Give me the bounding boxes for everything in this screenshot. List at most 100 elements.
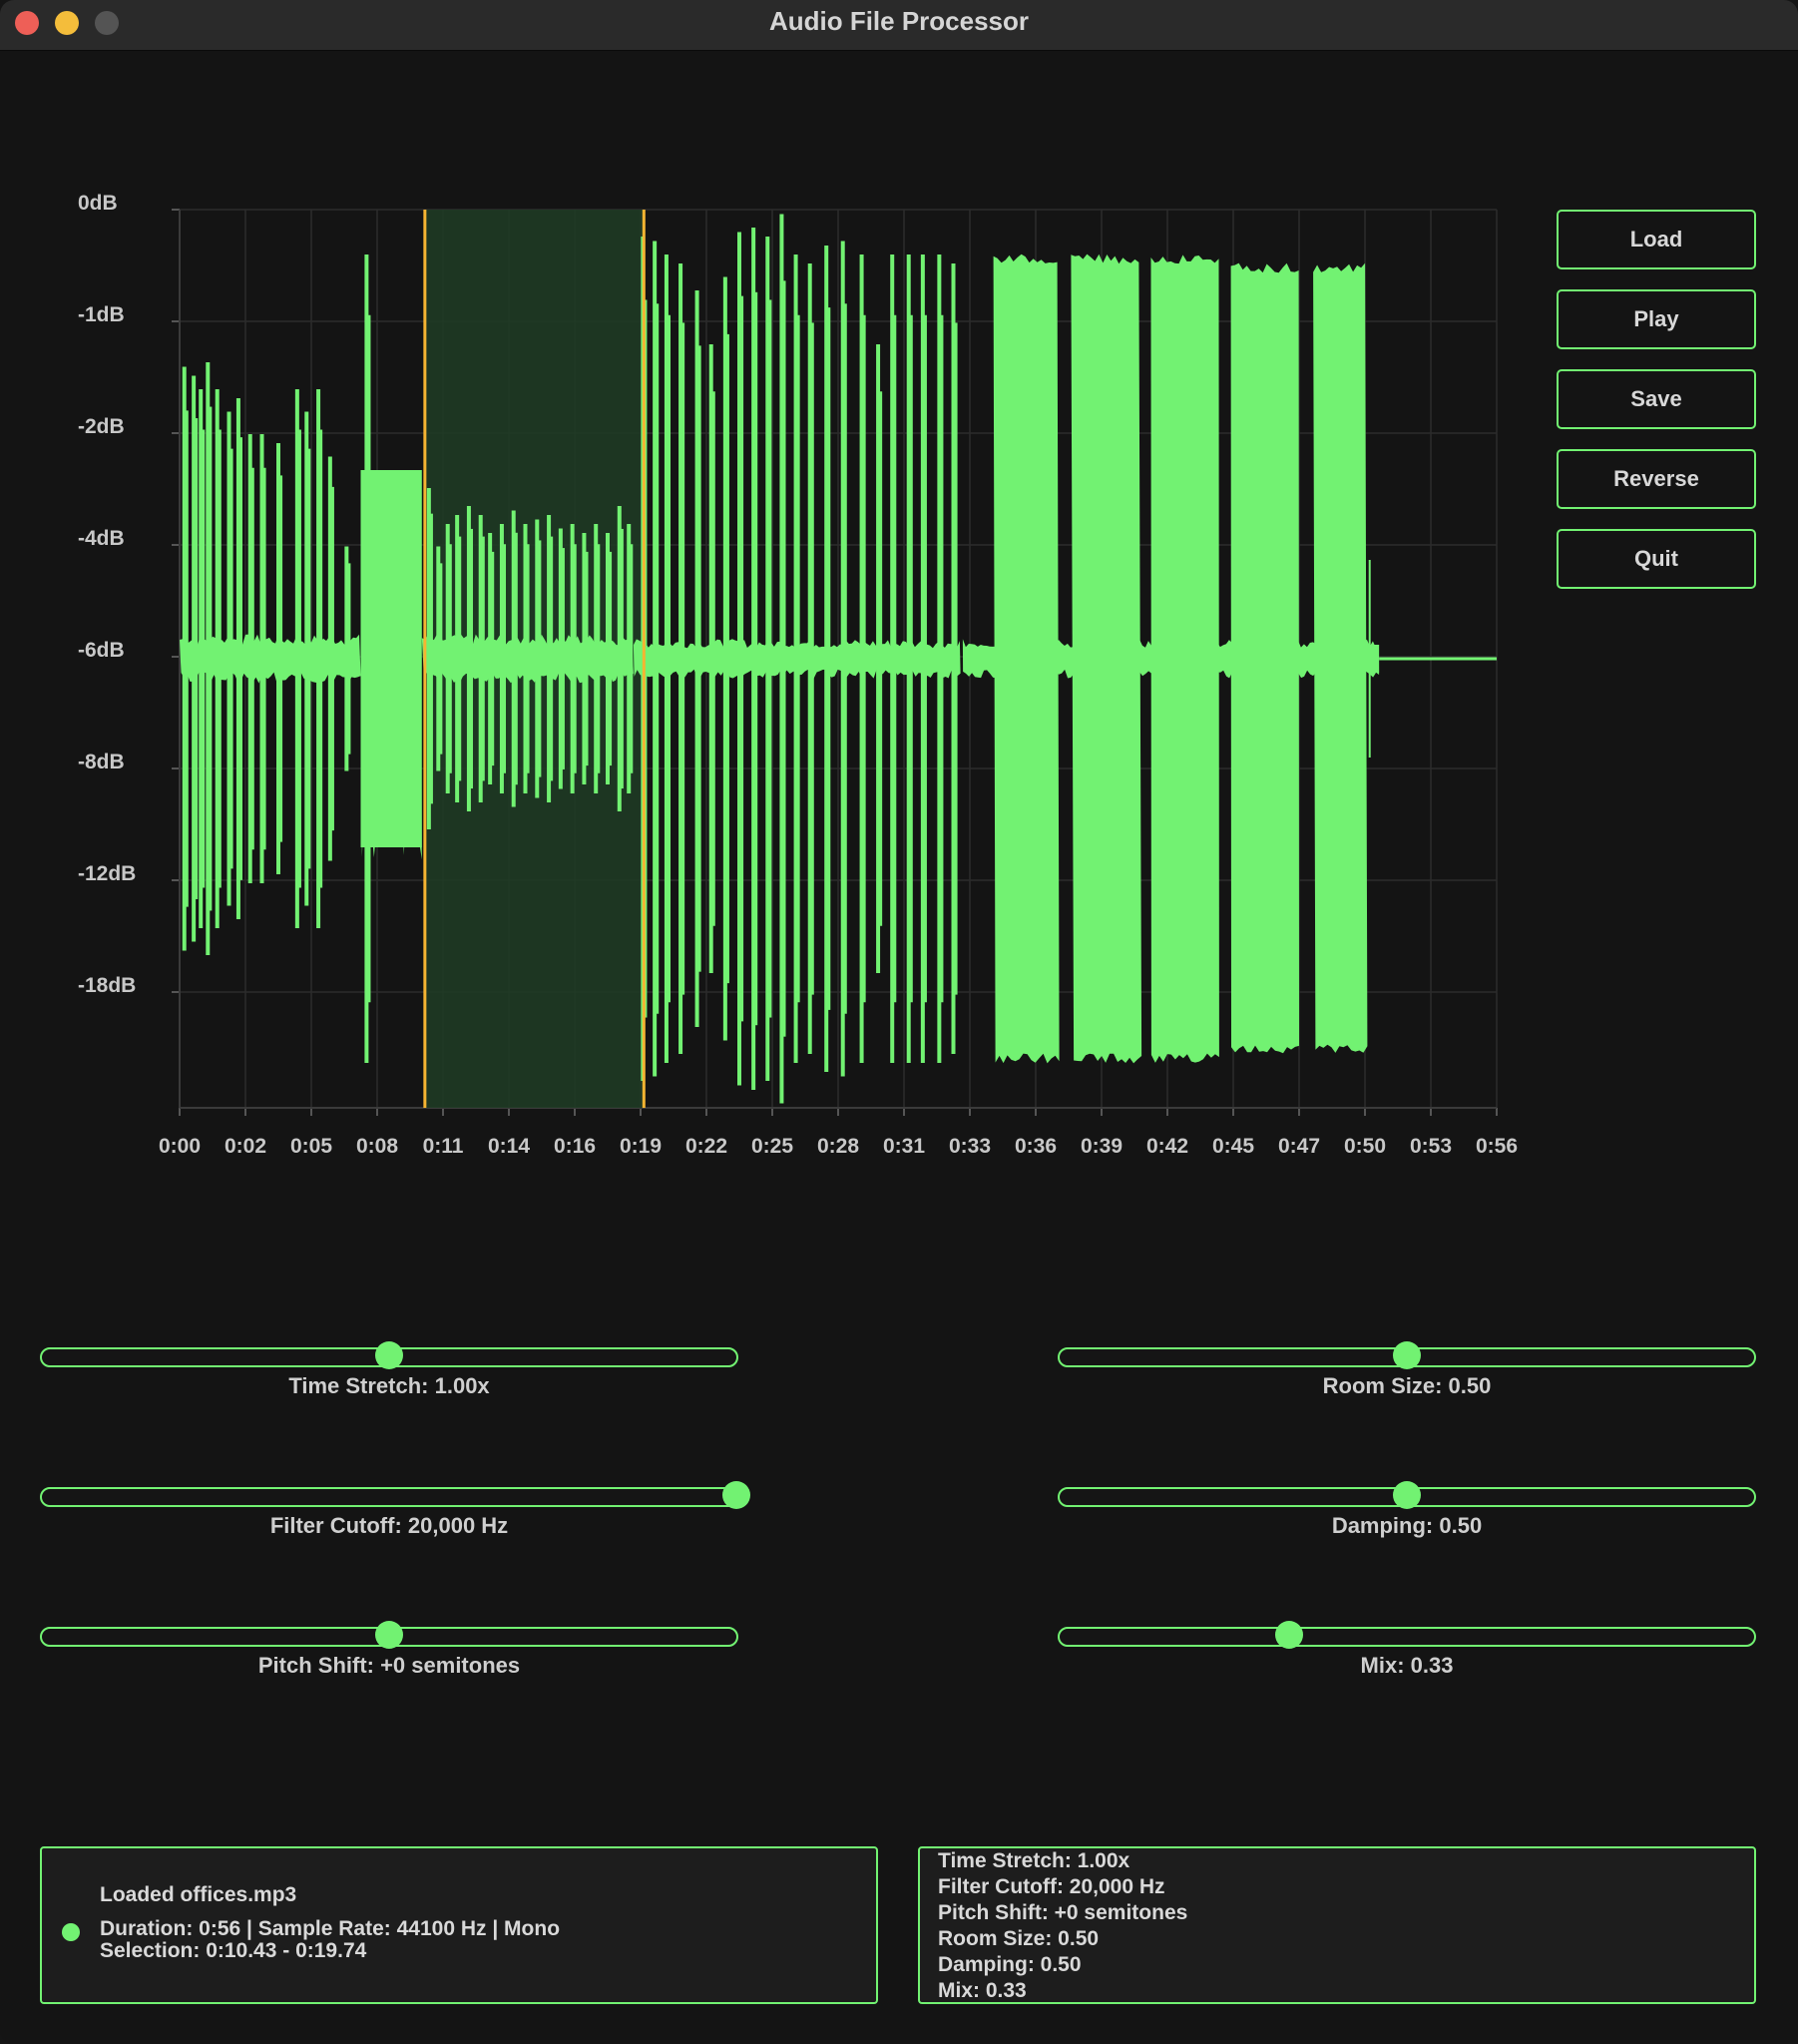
time-stretch-slider[interactable] [40,1341,738,1369]
waveform-burst [570,524,575,793]
waveform-burst [807,263,812,1054]
x-tick-label: 0:36 [1015,1135,1057,1158]
pitch-shift-label: Pitch Shift: +0 semitones [257,1653,521,1678]
waveform-burst [445,524,450,793]
waveform-burst [606,533,610,784]
waveform-burst [294,389,299,928]
waveform-burst [779,214,784,1104]
waveform-burst [259,434,264,883]
waveform-burst [538,540,542,777]
waveform-burst [664,255,669,1063]
x-tick-label: 0:11 [423,1135,464,1158]
x-tick-label: 0:08 [356,1135,398,1158]
damping-slider[interactable] [1058,1481,1756,1509]
waveform-burst [186,410,189,907]
waveform-burst [594,524,599,793]
waveform-burst [192,375,197,942]
room-size-slider[interactable] [1058,1341,1756,1369]
waveform-burst [751,228,756,1090]
waveform-burst [499,524,504,793]
waveform-burst [491,551,495,766]
x-tick-label: 0:42 [1146,1135,1188,1158]
waveform-burst [765,237,770,1081]
waveform-burst [910,314,913,1003]
damping-label: Damping: 0.50 [1331,1513,1483,1538]
y-tick-label: -6dB [78,639,125,662]
waveform-burst [617,506,622,811]
waveform-burst [478,515,483,802]
x-tick-label: 0:02 [225,1135,266,1158]
time-stretch-slider-thumb[interactable] [375,1341,403,1369]
load-button[interactable]: Load [1557,210,1756,269]
waveform-burst [466,506,471,811]
waveform-block [993,254,1060,1064]
y-tick-label: -1dB [78,303,125,326]
waveform-burst [586,551,589,766]
waveform-chart[interactable]: 0:00 0:02 0:05 0:08 0:11 0:14 0:16 0:19 0:22 0:25… [0,0,1798,1178]
mix-slider-thumb[interactable] [1274,1621,1303,1649]
mix-label: Mix: 0.33 [1360,1653,1454,1678]
waveform-burst [247,434,252,883]
waveform-burst [574,544,577,773]
waveform-burst [550,536,554,781]
x-tick-label: 0:31 [883,1135,925,1158]
waveform-burst [319,429,323,888]
waveform-burst [797,314,800,1003]
waveform-burst [863,314,866,1003]
room-size-slider-thumb[interactable] [1393,1341,1421,1369]
summary-filter-cutoff: Filter Cutoff: 20,000 Hz [938,1875,1165,1898]
waveform-burst [215,389,220,928]
waveform-burst [488,533,493,784]
selection-text: Selection: 0:10.43 - 0:19.74 [100,1939,367,1962]
waveform-burst [824,246,829,1072]
pitch-shift-slider-thumb[interactable] [375,1621,403,1649]
play-button[interactable]: Play [1557,289,1756,349]
save-button[interactable]: Save [1557,369,1756,429]
waveform-burst [698,345,701,972]
filter-cutoff-slider[interactable] [40,1481,750,1509]
waveform-burst [609,551,613,766]
damping-slider-thumb[interactable] [1393,1481,1421,1509]
time-stretch-label: Time Stretch: 1.00x [288,1373,490,1398]
waveform-burst [276,443,280,874]
filter-cutoff-label: Filter Cutoff: 20,000 Hz [269,1513,509,1538]
waveform-burst [893,314,897,1003]
y-tick-label: -12dB [78,862,136,885]
reverse-button[interactable]: Reverse [1557,449,1756,509]
waveform-burst [202,429,206,888]
waveform-burst [783,280,786,1037]
loaded-file-text: Loaded offices.mp3 [100,1883,297,1906]
waveform-burst [937,255,942,1063]
waveform-burst [307,448,311,869]
waveform-burst [879,391,883,926]
filter-cutoff-slider-thumb[interactable] [722,1481,750,1509]
waveform-burst [219,429,222,888]
pitch-shift-slider[interactable] [40,1621,738,1649]
waveform-burst [523,524,528,793]
waveform-burst [562,548,565,769]
waveform-burst [206,362,211,955]
waveform-block [1230,262,1299,1054]
waveform-burst [347,563,351,755]
waveform-burst [906,255,911,1063]
waveform-burst [455,515,460,802]
waveform-burst [482,536,485,781]
waveform-burst [209,406,213,911]
waveform-burst [470,528,474,789]
waveform-burst [547,515,552,802]
y-tick-label: -2dB [78,415,125,438]
summary-pitch-shift: Pitch Shift: +0 semitones [938,1901,1188,1924]
waveform-burst [840,241,845,1077]
waveform-burst [859,255,864,1063]
waveform-burst [327,456,332,861]
mix-slider[interactable] [1058,1621,1756,1649]
waveform-burst [235,398,240,919]
waveform-burst [279,475,283,842]
parameters-summary-list: Time Stretch: 1.00x Filter Cutoff: 20,00… [938,1848,1187,2004]
waveform-burst [582,533,587,784]
waveform-burst [924,314,927,1003]
waveform-block [1071,254,1142,1064]
x-tick-label: 0:14 [488,1135,530,1158]
waveform-burst [251,467,254,850]
quit-button[interactable]: Quit [1557,529,1756,589]
